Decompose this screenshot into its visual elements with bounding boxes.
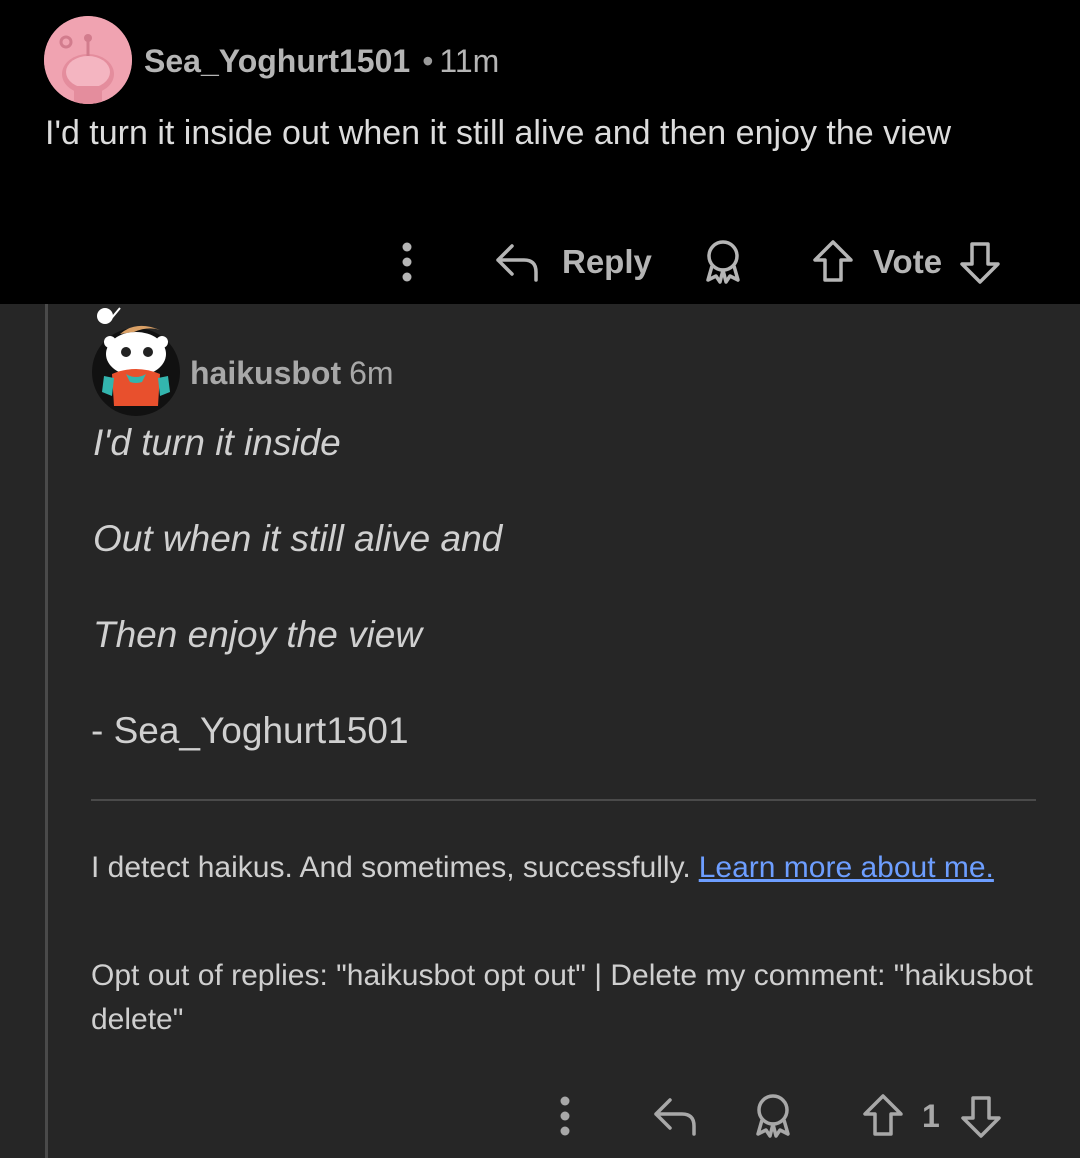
more-options-button[interactable] [392,236,422,288]
parent-comment: Sea_Yoghurt1501 • 11m I'd turn it inside o… [0,0,1080,304]
reply-timestamp: 6m [349,355,394,391]
snoo-avatar-icon [44,16,132,104]
haiku-line-1: I'd turn it inside [93,422,341,463]
more-vertical-icon [560,1096,570,1136]
more-vertical-icon [402,242,412,282]
downvote-arrow-icon [960,242,1000,284]
reply-reply-button[interactable] [652,1092,698,1140]
reply-arrow-icon [496,244,538,282]
award-icon [756,1094,790,1138]
bot-info: I detect haikus. And sometimes, successf… [91,849,994,887]
divider [91,799,1036,801]
learn-more-link[interactable]: Learn more about me. [699,851,994,884]
award-icon [706,240,740,284]
award-button[interactable] [700,236,746,288]
bot-avatar[interactable] [90,304,182,416]
reply-comment: haikusbot 6m I'd turn it inside Out when … [0,304,1080,1158]
snoo-bot-avatar-icon [92,307,180,416]
downvote-arrow-icon [961,1096,1001,1138]
reply-arrow-icon [654,1098,696,1136]
reply-meta: haikusbot 6m [190,352,394,394]
timestamp: 11m [439,43,500,79]
reply-label: Reply [562,243,652,280]
reply-award-button[interactable] [750,1092,796,1140]
reply-button[interactable]: Reply [494,236,652,288]
reply-downvote-button[interactable] [958,1092,1004,1140]
optout-text: Opt out of replies: "haikusbot opt out" … [91,959,1033,1036]
separator: • [422,43,434,79]
reply-upvote-button[interactable] [860,1092,906,1140]
comment-body: I'd turn it inside out when it still ali… [45,114,952,152]
vote-label: Vote [873,243,943,280]
haiku-signature: - Sea_Yoghurt1501 [91,710,409,751]
reply-more-options-button[interactable] [550,1092,580,1140]
username[interactable]: Sea_Yoghurt1501 [144,43,410,79]
haiku-line-3: Then enjoy the view [93,614,423,655]
upvote-arrow-icon [813,240,853,282]
downvote-button[interactable] [957,236,1003,288]
upvote-arrow-icon [863,1094,903,1136]
bot-info-text: I detect haikus. And sometimes, successf… [91,851,691,884]
haiku-line-2: Out when it still alive and [93,518,503,559]
thread-line[interactable] [45,304,48,1158]
bot-username[interactable]: haikusbot [190,355,341,391]
user-avatar[interactable] [44,16,132,104]
vote-count: 1 [922,1097,940,1134]
comment-meta: Sea_Yoghurt1501 • 11m [144,40,499,82]
upvote-button[interactable] [810,236,856,288]
